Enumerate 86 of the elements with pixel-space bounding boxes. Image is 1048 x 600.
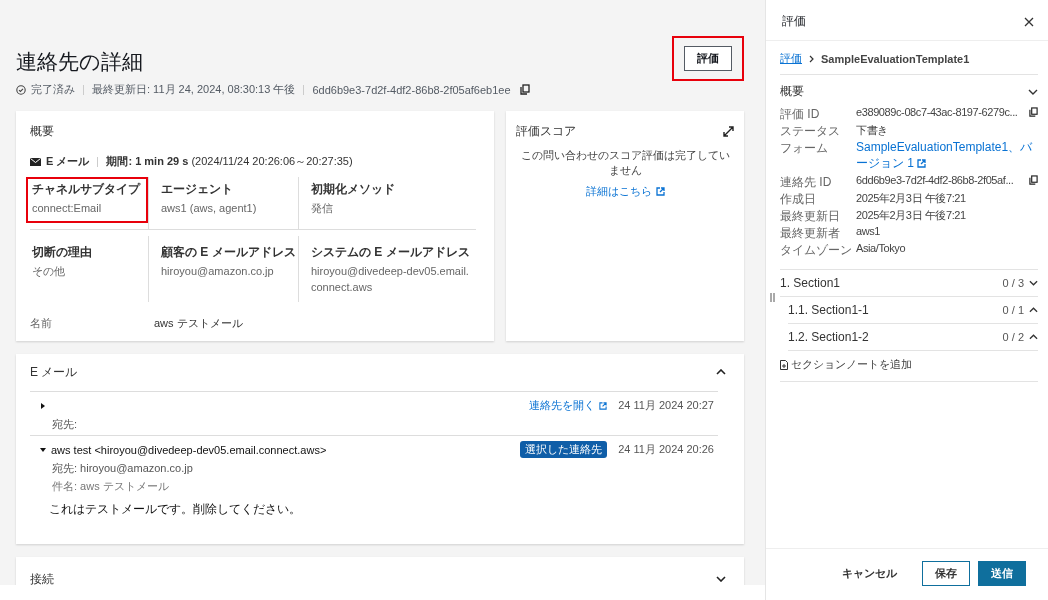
external-link-icon bbox=[917, 158, 926, 168]
recipient-text: 宛先: hiroyou@amazon.co.jp bbox=[52, 460, 194, 476]
detail-label: 最終更新日 bbox=[780, 208, 841, 226]
selected-contact-badge: 選択した連絡先 bbox=[520, 441, 608, 459]
recipient-text: 宛先: bbox=[52, 416, 79, 432]
card-title: 評価スコア bbox=[516, 123, 576, 140]
contact-id-text: 6dd6b9e3-7d2f-4df2-86b8-2f05af6eb1ee bbox=[312, 83, 511, 96]
detail-label: ステータス bbox=[780, 123, 841, 140]
chevron-icon[interactable] bbox=[1029, 307, 1038, 314]
field-value: aws1 (aws, agent1) bbox=[161, 201, 258, 216]
detail-value: 下書き bbox=[856, 123, 888, 138]
page-title: 連絡先の詳細 bbox=[16, 49, 144, 75]
copy-icon[interactable] bbox=[1029, 107, 1038, 117]
score-text: 0 / 2 bbox=[1002, 331, 1024, 344]
section-title: 概要 bbox=[780, 83, 804, 100]
add-section-note-link[interactable]: セクションノートを追加 bbox=[791, 357, 912, 373]
external-link-icon bbox=[599, 401, 608, 410]
external-link-icon bbox=[655, 187, 665, 196]
card-title: E メール bbox=[30, 363, 78, 381]
add-note-icon bbox=[780, 359, 788, 370]
detail-label: タイムゾーン bbox=[780, 242, 853, 260]
evaluate-button[interactable]: 評価 bbox=[684, 46, 732, 71]
score-text: 0 / 1 bbox=[1002, 304, 1024, 317]
field-value: その他 bbox=[32, 263, 66, 279]
channel-text: E メール bbox=[46, 154, 90, 169]
field-label: システムの E メールアドレス bbox=[311, 243, 470, 261]
copy-icon[interactable] bbox=[1029, 175, 1038, 186]
score-message: この問い合わせのスコア評価は完了していません bbox=[519, 148, 731, 178]
subject-text: 件名: aws テストメール bbox=[52, 478, 170, 494]
detail-label: フォーム bbox=[780, 140, 829, 157]
sender-text: aws test <hiroyou@divedeep-dev05.email.connect.aws> bbox=[51, 443, 327, 456]
detail-label: 作成日 bbox=[780, 191, 817, 209]
chevron-icon[interactable] bbox=[1029, 280, 1038, 287]
chevron-right-icon bbox=[809, 54, 814, 63]
field-label: 初期化メソッド bbox=[311, 181, 396, 198]
score-text: 0 / 3 bbox=[1002, 277, 1024, 290]
detail-label: 最終更新者 bbox=[780, 225, 841, 243]
field-value: aws テストメール bbox=[154, 315, 243, 331]
detail-value: 2025年2月3日 午後7:21 bbox=[856, 208, 966, 224]
field-value: connect:Email bbox=[32, 201, 103, 216]
check-circle-icon bbox=[16, 84, 26, 95]
subsection-title[interactable]: 1.2. Section1-2 bbox=[788, 330, 998, 345]
footer-button[interactable]: 保存 bbox=[922, 561, 970, 586]
last-updated-text: 最終更新日: 11月 24, 2024, 08:30:13 午後 bbox=[92, 82, 296, 97]
chevron-icon[interactable] bbox=[716, 369, 726, 376]
form-link[interactable]: SampleEvaluationTemplate1、バージョン 1 bbox=[856, 140, 1038, 175]
caret-icon[interactable] bbox=[40, 402, 46, 409]
field-value: hiroyou@divedeep-dev05.email.connect.aws bbox=[311, 263, 470, 295]
expand-icon[interactable] bbox=[723, 126, 734, 137]
detail-value: aws1 bbox=[856, 225, 881, 238]
close-icon[interactable] bbox=[1024, 16, 1034, 27]
detail-value: 6dd6b9e3-7d2f-4df2-86b8-2f05af... bbox=[856, 174, 1014, 187]
status-text: 完了済み bbox=[31, 82, 75, 97]
footer-button[interactable]: キャンセル bbox=[829, 561, 910, 586]
duration-text: 期間: 1 min 29 s (2024/11/24 20:26:06～20:27:35) bbox=[106, 154, 353, 169]
resize-handle-icon[interactable] bbox=[770, 293, 775, 302]
mail-icon bbox=[30, 157, 41, 166]
field-label: チャネルサブタイプ bbox=[32, 181, 142, 198]
field-value: 発信 bbox=[311, 201, 334, 216]
detail-label: 連絡先 ID bbox=[780, 174, 833, 192]
detail-value: e389089c-08c7-43ac-8197-6279c... bbox=[856, 106, 1018, 118]
footer-button[interactable]: 送信 bbox=[978, 561, 1026, 586]
detail-value: Asia/Tokyo bbox=[856, 242, 906, 255]
section-title[interactable]: 1. Section1 bbox=[780, 276, 998, 291]
chevron-icon[interactable] bbox=[1028, 88, 1038, 95]
date-text: 24 11月 2024 20:26 bbox=[618, 442, 714, 458]
chevron-icon[interactable] bbox=[716, 576, 726, 583]
breadcrumb-link[interactable]: 評価 bbox=[780, 51, 802, 66]
date-text: 24 11月 2024 20:27 bbox=[618, 398, 714, 414]
caret-icon[interactable] bbox=[40, 446, 46, 453]
breadcrumb-current: SampleEvaluationTemplate1 bbox=[821, 52, 970, 65]
field-label: エージェント bbox=[161, 181, 234, 198]
detail-label: 評価 ID bbox=[780, 106, 821, 123]
open-contact-link[interactable]: 連絡先を開く bbox=[529, 398, 596, 414]
panel-title: 評価 bbox=[782, 13, 806, 30]
card-title: 接続 bbox=[30, 570, 54, 585]
field-label: 切断の理由 bbox=[32, 243, 93, 261]
field-value: hiroyou@amazon.co.jp bbox=[161, 263, 275, 279]
detail-value: 2025年2月3日 午後7:21 bbox=[856, 191, 966, 207]
message-body: これはテストメールです。削除してください。 bbox=[49, 500, 302, 518]
card-title: 概要 bbox=[30, 123, 55, 140]
chevron-icon[interactable] bbox=[1029, 334, 1038, 341]
subsection-title[interactable]: 1.1. Section1-1 bbox=[788, 303, 998, 318]
copy-icon[interactable] bbox=[519, 84, 530, 95]
details-link[interactable]: 詳細はこちら bbox=[585, 184, 652, 199]
field-label: 名前 bbox=[30, 315, 53, 331]
